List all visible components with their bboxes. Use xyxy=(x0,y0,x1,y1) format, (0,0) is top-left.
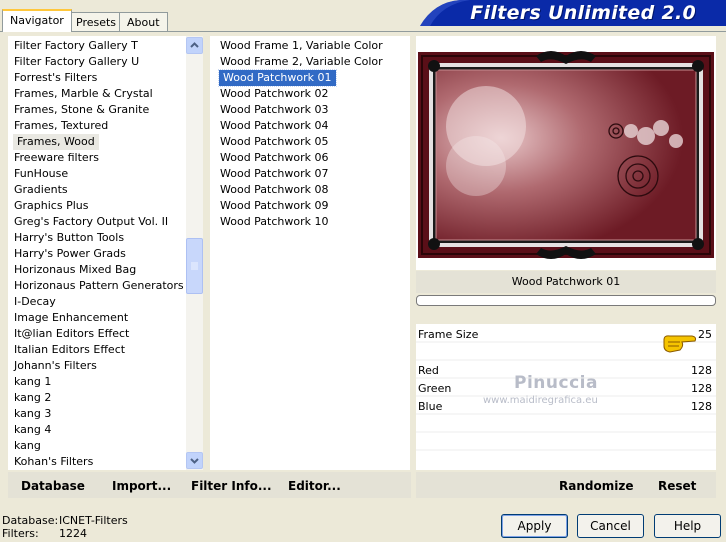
filter-item[interactable]: Wood Patchwork 10 xyxy=(220,214,329,230)
preview-filter-name: Wood Patchwork 01 xyxy=(416,271,716,293)
category-item[interactable]: Johann's Filters xyxy=(14,358,97,374)
category-item[interactable]: Filter Factory Gallery U xyxy=(14,54,139,70)
category-item[interactable]: kang xyxy=(14,438,41,454)
category-item[interactable]: Image Enhancement xyxy=(14,310,128,326)
category-item[interactable]: I-Decay xyxy=(14,294,56,310)
preview-area xyxy=(416,36,716,270)
category-item[interactable]: Harry's Button Tools xyxy=(14,230,124,246)
category-item[interactable]: Gradients xyxy=(14,182,68,198)
pointing-hand-icon xyxy=(663,335,697,353)
category-item[interactable]: kang 1 xyxy=(14,374,51,390)
category-item[interactable]: Frames, Marble & Crystal xyxy=(14,86,153,102)
editor-button[interactable]: Editor... xyxy=(288,478,341,494)
status-filters-label: Filters: xyxy=(2,527,39,540)
category-item[interactable]: kang 2 xyxy=(14,390,51,406)
cancel-button[interactable]: Cancel xyxy=(577,514,644,538)
status-database-label: Database: xyxy=(2,514,59,527)
database-button[interactable]: Database xyxy=(21,478,85,494)
randomize-button[interactable]: Randomize xyxy=(559,478,633,494)
chevron-up-icon xyxy=(190,42,199,48)
category-item[interactable]: Filter Factory Gallery T xyxy=(14,38,138,54)
filter-item[interactable]: Wood Patchwork 07 xyxy=(220,166,329,182)
tab-navigator[interactable]: Navigator xyxy=(2,9,72,32)
category-item[interactable]: Frames, Wood xyxy=(13,134,99,150)
filter-item[interactable]: Wood Patchwork 05 xyxy=(220,134,329,150)
filter-info-button[interactable]: Filter Info... xyxy=(191,478,272,494)
category-item[interactable]: Kohan's Filters xyxy=(14,454,93,470)
apply-button[interactable]: Apply xyxy=(501,514,568,538)
filter-item[interactable]: Wood Frame 1, Variable Color xyxy=(220,38,383,54)
status-database-value: ICNET-Filters xyxy=(59,514,128,527)
param-label: Blue xyxy=(418,400,443,413)
param-label: Red xyxy=(418,364,439,377)
app-title: Filters Unlimited 2.0 xyxy=(470,2,696,24)
watermark-name: Pinuccia xyxy=(514,373,598,393)
category-item[interactable]: FunHouse xyxy=(14,166,68,182)
tab-presets[interactable]: Presets xyxy=(68,12,125,31)
param-label: Green xyxy=(418,382,452,395)
category-item[interactable]: Forrest's Filters xyxy=(14,70,97,86)
chevron-down-icon xyxy=(190,458,199,464)
category-item[interactable]: It@lian Editors Effect xyxy=(14,326,129,342)
help-button[interactable]: Help xyxy=(654,514,721,538)
filter-item[interactable]: Wood Patchwork 06 xyxy=(220,150,329,166)
category-item[interactable]: Frames, Textured xyxy=(14,118,108,134)
grip-icon xyxy=(191,262,198,270)
filter-item[interactable]: Wood Patchwork 02 xyxy=(220,86,329,102)
category-item[interactable]: Horizonaus Mixed Bag xyxy=(14,262,136,278)
filter-item[interactable]: Wood Patchwork 04 xyxy=(220,118,329,134)
category-item[interactable]: Frames, Stone & Granite xyxy=(14,102,149,118)
category-item[interactable]: Freeware filters xyxy=(14,150,99,166)
category-item[interactable]: Italian Editors Effect xyxy=(14,342,125,358)
param-value[interactable]: 128 xyxy=(691,398,712,416)
param-value[interactable]: 128 xyxy=(691,380,712,398)
scroll-up-button[interactable] xyxy=(186,37,203,54)
import-button[interactable]: Import... xyxy=(112,478,171,494)
tab-divider xyxy=(0,31,726,32)
filter-item[interactable]: Wood Patchwork 03 xyxy=(220,102,329,118)
tab-about[interactable]: About xyxy=(119,12,168,31)
category-item[interactable]: kang 3 xyxy=(14,406,51,422)
status-filters-value: 1224 xyxy=(59,527,87,540)
category-item[interactable]: Harry's Power Grads xyxy=(14,246,126,262)
param-label: Frame Size xyxy=(418,328,479,341)
scroll-thumb[interactable] xyxy=(186,238,203,294)
category-item[interactable]: Graphics Plus xyxy=(14,198,88,214)
scroll-down-button[interactable] xyxy=(186,452,203,469)
param-value[interactable]: 25 xyxy=(698,326,712,344)
filter-item[interactable]: Wood Patchwork 01 xyxy=(218,69,337,87)
watermark-url: www.maidiregrafica.eu xyxy=(483,395,598,406)
preview-image xyxy=(418,51,714,259)
category-list[interactable]: Filter Factory Gallery T Filter Factory G… xyxy=(8,36,186,470)
category-item[interactable]: Greg's Factory Output Vol. II xyxy=(14,214,168,230)
filter-item[interactable]: Wood Patchwork 09 xyxy=(220,198,329,214)
category-item[interactable]: kang 4 xyxy=(14,422,51,438)
banner: Filters Unlimited 2.0 xyxy=(420,0,726,26)
category-item[interactable]: Horizonaus Pattern Generators xyxy=(14,278,184,294)
filter-item[interactable]: Wood Patchwork 08 xyxy=(220,182,329,198)
filter-item[interactable]: Wood Frame 2, Variable Color xyxy=(220,54,383,70)
param-value[interactable]: 128 xyxy=(691,362,712,380)
category-scrollbar[interactable] xyxy=(186,36,203,470)
progress-bar xyxy=(416,295,716,306)
filter-list[interactable]: Wood Frame 1, Variable Color Wood Frame 2… xyxy=(210,36,410,470)
reset-button[interactable]: Reset xyxy=(658,478,696,494)
